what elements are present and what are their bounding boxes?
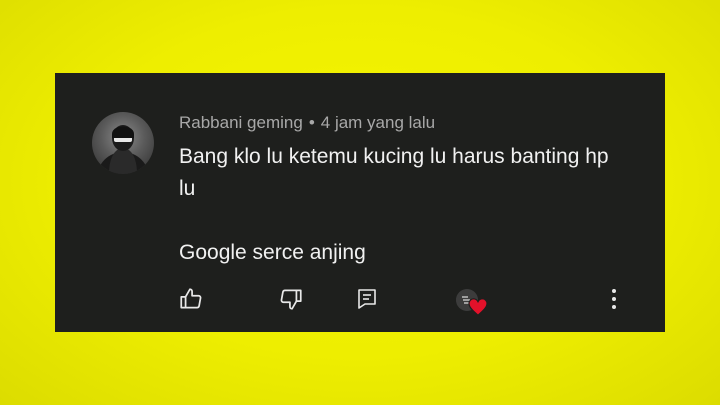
comment-text: Bang klo lu ketemu kucing lu harus banti… (179, 141, 619, 269)
dislike-button[interactable] (277, 285, 305, 313)
thumbs-down-icon (280, 289, 302, 310)
comment-meta: Rabbani geming • 4 jam yang lalu (179, 113, 435, 133)
creator-heart-icon (468, 298, 488, 316)
creator-heart[interactable] (456, 289, 492, 321)
comment-card: Rabbani geming • 4 jam yang lalu Bang klo … (55, 73, 665, 332)
more-options-button[interactable] (600, 285, 628, 313)
user-silhouette-icon (97, 125, 149, 174)
reply-comment-icon (358, 289, 376, 309)
comment-time: 4 jam yang lalu (320, 113, 436, 132)
thumbs-up-icon (180, 288, 202, 309)
avatar[interactable] (92, 112, 154, 174)
more-vert-icon (612, 289, 616, 309)
author-name[interactable]: Rabbani geming (179, 113, 303, 132)
meta-separator: • (308, 113, 315, 132)
like-button[interactable] (177, 285, 205, 313)
comment-actions (55, 285, 665, 317)
reply-button[interactable] (353, 285, 381, 313)
comment-line: Google serce anjing (179, 241, 366, 264)
comment-line: Bang klo lu ketemu kucing lu harus banti… (179, 145, 609, 200)
